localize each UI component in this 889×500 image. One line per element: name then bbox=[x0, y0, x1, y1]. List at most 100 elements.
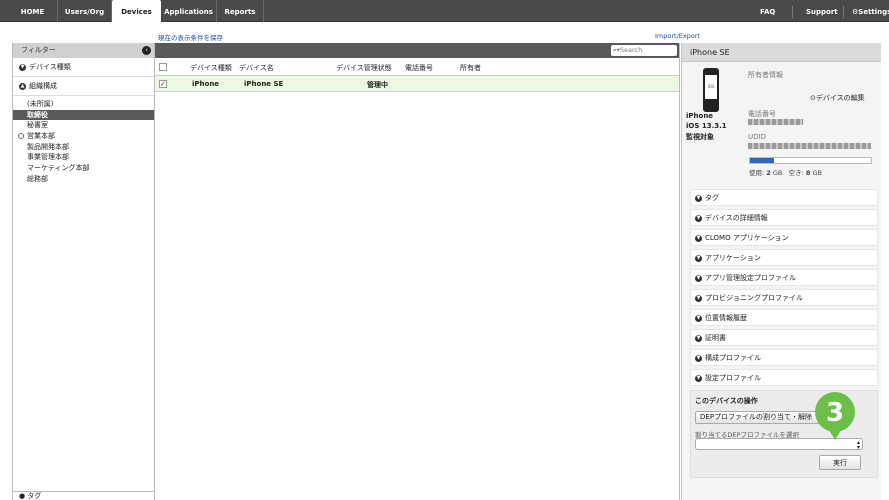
section-label: タグ bbox=[27, 492, 42, 500]
org-item[interactable]: 総務部 bbox=[13, 174, 154, 185]
tab-reports[interactable]: Reports bbox=[217, 0, 264, 22]
settings-link[interactable]: ⚙Settings bbox=[852, 0, 889, 22]
list-toolbar: ⌕▾Search bbox=[155, 43, 679, 58]
top-nav: HOME Users/Org Devices Applications Repo… bbox=[0, 0, 889, 23]
action-select[interactable]: DEPプロファイルの割り当て・解除 bbox=[695, 411, 821, 424]
chevron-down-icon: ▼ bbox=[695, 234, 702, 242]
org-item-selected[interactable]: 取締役 bbox=[13, 109, 154, 121]
storage-usage-text: 使用: 2 GB 空き: 8 GB bbox=[749, 167, 822, 177]
device-os: iOS 13.3.1 bbox=[686, 122, 727, 130]
section-app-config-profiles[interactable]: ▼ アプリ管理設定プロファイル bbox=[690, 269, 878, 286]
column-header[interactable]: デバイス管理状態 bbox=[336, 63, 392, 73]
table-row[interactable]: ✓ iPhone iPhone SE 管理中 bbox=[155, 76, 679, 92]
free-label: 空き: bbox=[788, 169, 804, 177]
chevron-down-icon: ▼ bbox=[695, 354, 702, 362]
select-all-checkbox[interactable] bbox=[159, 63, 167, 71]
cell-type: iPhone bbox=[192, 80, 220, 88]
section-config-profiles[interactable]: ▼ 構成プロファイル bbox=[690, 349, 878, 366]
org-tree: (未所属) 取締役 秘書室 営業本部 製品開発本部 事業管理本部 マーケティング… bbox=[13, 96, 154, 185]
faq-link[interactable]: FAQ bbox=[760, 0, 775, 22]
tab-users-org[interactable]: Users/Org bbox=[58, 0, 112, 22]
collapse-icon[interactable]: ‹ bbox=[142, 46, 151, 55]
phone-number-label: 電話番号 bbox=[748, 110, 776, 118]
org-item[interactable]: マーケティング本部 bbox=[13, 163, 154, 174]
tab-applications[interactable]: Applications bbox=[161, 0, 217, 22]
section-clomo-apps[interactable]: ▼ CLOMO アプリケーション bbox=[690, 229, 878, 246]
used-label: 使用: bbox=[749, 169, 765, 177]
udid-label: UDID bbox=[748, 133, 766, 141]
iphone-icon: iOS bbox=[703, 68, 719, 112]
execute-button[interactable]: 実行 bbox=[819, 455, 861, 470]
import-export-link[interactable]: Import/Export bbox=[655, 32, 700, 40]
filter-section-tag[interactable]: ● タグ bbox=[13, 491, 154, 500]
nav-divider bbox=[843, 6, 844, 18]
chevron-down-icon: ▼ bbox=[695, 374, 702, 382]
free-value: 8 bbox=[805, 169, 811, 177]
search-input[interactable]: ⌕▾Search bbox=[611, 45, 677, 56]
supervised-badge: 監視対象 bbox=[686, 133, 714, 141]
tab-home[interactable]: HOME bbox=[8, 0, 58, 22]
filter-sidebar: フィルター ‹ ▼ デバイス種類 ▲ 組織構成 (未所属) 取締役 秘書室 営業本部… bbox=[12, 43, 155, 500]
support-link[interactable]: Support bbox=[806, 0, 838, 22]
device-model: iPhone bbox=[686, 112, 714, 120]
chevron-down-icon: ▼ bbox=[695, 194, 702, 202]
edit-device-link[interactable]: ⊙デバイスの編集 bbox=[810, 93, 865, 103]
row-checkbox[interactable]: ✓ bbox=[159, 80, 167, 88]
column-header[interactable]: デバイス種類 bbox=[190, 63, 232, 73]
select-arrows-icon: ▴ ▾ bbox=[856, 439, 860, 451]
chevron-down-icon: ▼ bbox=[695, 334, 702, 342]
used-value: 2 bbox=[766, 169, 771, 177]
section-label: 位置情報履歴 bbox=[705, 314, 747, 322]
step-number: 3 bbox=[826, 398, 844, 428]
filter-section-device-type[interactable]: ▼ デバイス種類 bbox=[13, 58, 154, 77]
chevron-down-icon: ▼ bbox=[695, 254, 702, 262]
org-item[interactable]: 営業本部 bbox=[13, 131, 154, 142]
expand-icon[interactable] bbox=[18, 133, 24, 140]
column-header[interactable]: 電話番号 bbox=[405, 63, 433, 73]
chevron-down-icon: ● bbox=[19, 492, 26, 500]
section-label: 組織構成 bbox=[29, 82, 57, 90]
org-item[interactable]: 製品開発本部 bbox=[13, 142, 154, 153]
section-applications[interactable]: ▼ アプリケーション bbox=[690, 249, 878, 266]
cell-status: 管理中 bbox=[367, 81, 388, 89]
section-provisioning-profiles[interactable]: ▼ プロビジョニングプロファイル bbox=[690, 289, 878, 306]
column-header[interactable]: 所有者 bbox=[460, 63, 481, 73]
chevron-down-icon: ▼ bbox=[695, 274, 702, 282]
used-unit: GB bbox=[772, 169, 783, 177]
section-device-details[interactable]: ▼ デバイスの詳細情報 bbox=[690, 209, 878, 226]
operations-title: このデバイスの操作 bbox=[695, 397, 758, 405]
section-label: デバイス種類 bbox=[29, 63, 71, 71]
udid-value bbox=[748, 143, 871, 149]
save-view-link[interactable]: 現在の表示条件を保存 bbox=[158, 32, 223, 42]
phone-number-value bbox=[748, 119, 803, 125]
tab-devices[interactable]: Devices bbox=[112, 0, 161, 23]
section-label: デバイスの詳細情報 bbox=[705, 214, 768, 222]
edit-link-label: デバイスの編集 bbox=[815, 94, 865, 102]
org-item[interactable]: 秘書室 bbox=[13, 120, 154, 131]
filter-section-org[interactable]: ▲ 組織構成 bbox=[13, 77, 154, 96]
filter-title: フィルター bbox=[21, 46, 56, 54]
storage-used-fill bbox=[750, 158, 775, 163]
column-header[interactable]: デバイス名 bbox=[239, 63, 274, 73]
section-location-history[interactable]: ▼ 位置情報履歴 bbox=[690, 309, 878, 326]
org-item-label: 営業本部 bbox=[27, 132, 55, 141]
section-certificates[interactable]: ▼ 証明書 bbox=[690, 329, 878, 346]
chevron-down-icon: ▼ bbox=[19, 63, 26, 71]
step-3-badge: 3 bbox=[815, 392, 855, 440]
device-list: ⌕▾Search デバイス種類 デバイス名 デバイス管理状態 電話番号 所有者 … bbox=[155, 43, 680, 500]
free-unit: GB bbox=[812, 169, 822, 177]
cell-name: iPhone SE bbox=[244, 80, 284, 88]
device-title: iPhone SE bbox=[682, 43, 881, 62]
org-item[interactable]: 事業管理本部 bbox=[13, 152, 154, 163]
storage-usage-bar bbox=[749, 157, 872, 164]
section-label: CLOMO アプリケーション bbox=[705, 234, 789, 242]
search-placeholder: Search bbox=[619, 46, 643, 54]
owner-info-label: 所有者情報 bbox=[748, 71, 783, 79]
table-header: デバイス種類 デバイス名 デバイス管理状態 電話番号 所有者 bbox=[155, 58, 679, 76]
org-item[interactable]: (未所属) bbox=[13, 99, 154, 110]
section-label: 設定プロファイル bbox=[705, 374, 761, 382]
section-tags[interactable]: ▼ タグ bbox=[690, 189, 878, 206]
section-label: アプリケーション bbox=[705, 254, 761, 262]
phone-screen-label: iOS bbox=[707, 84, 715, 89]
section-settings-profiles[interactable]: ▼ 設定プロファイル bbox=[690, 369, 878, 386]
